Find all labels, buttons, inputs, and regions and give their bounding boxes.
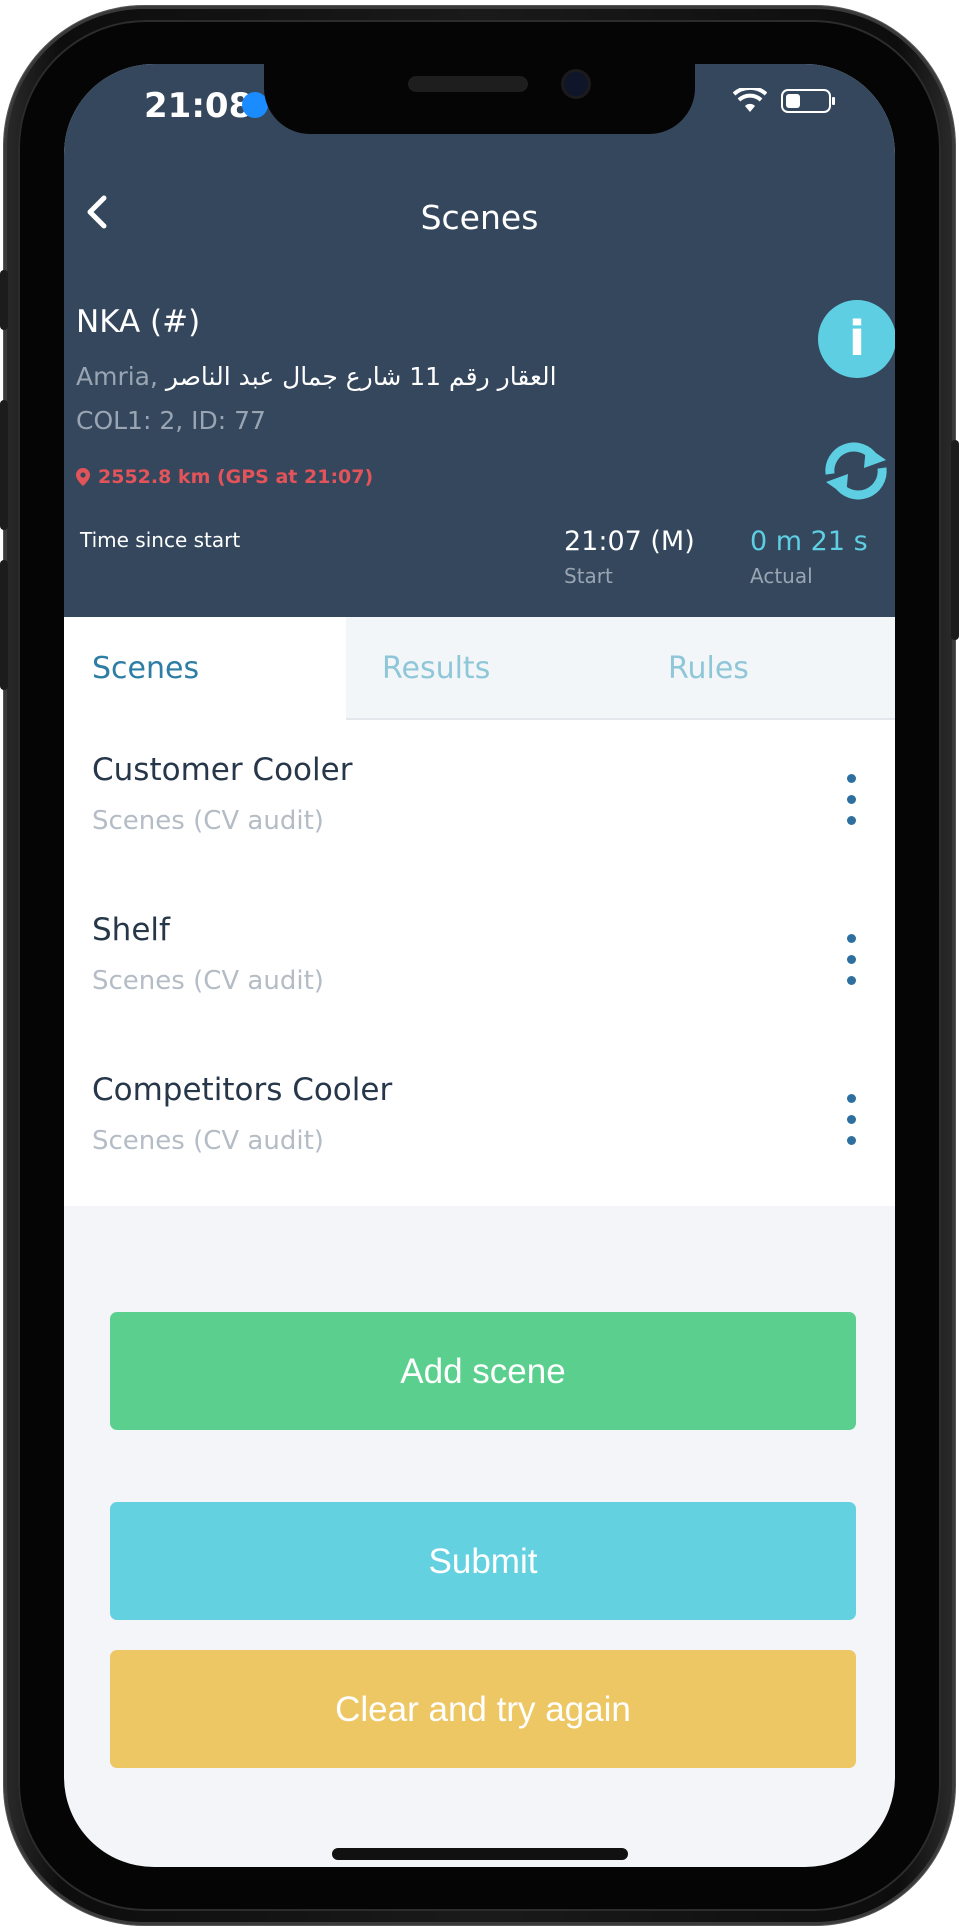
sync-icon[interactable] bbox=[816, 438, 895, 504]
status-icons bbox=[733, 88, 837, 114]
kebab-menu-icon[interactable] bbox=[844, 934, 858, 990]
visit-header: 21:08 Scenes NKA (#) Amria, العقار رقم 1… bbox=[64, 64, 895, 617]
front-camera bbox=[564, 72, 588, 96]
home-indicator[interactable] bbox=[332, 1848, 628, 1860]
address-latin: Amria, bbox=[76, 362, 166, 391]
status-time: 21:08 bbox=[144, 86, 253, 126]
tab-bar: Scenes Results Rules bbox=[64, 617, 895, 720]
list-item[interactable]: Customer Cooler Scenes (CV audit) bbox=[64, 720, 895, 880]
tab-scenes[interactable]: Scenes bbox=[64, 617, 346, 720]
speaker-grille bbox=[408, 76, 528, 92]
scene-title: Shelf bbox=[92, 912, 170, 948]
start-time-value: 21:07 (M) bbox=[564, 526, 695, 557]
kebab-menu-icon[interactable] bbox=[844, 1094, 858, 1150]
battery-icon bbox=[781, 88, 837, 114]
scene-list: Customer Cooler Scenes (CV audit) Shelf … bbox=[64, 720, 895, 1206]
app-screen: 21:08 Scenes NKA (#) Amria, العقار رقم 1… bbox=[64, 64, 895, 1867]
tab-results[interactable]: Results bbox=[346, 617, 626, 720]
actual-duration-label: Actual bbox=[750, 564, 813, 588]
list-item[interactable]: Competitors Cooler Scenes (CV audit) bbox=[64, 1040, 895, 1200]
gps-distance: 2552.8 km (GPS at 21:07) bbox=[76, 466, 373, 488]
clear-and-retry-button[interactable]: Clear and try again bbox=[110, 1650, 856, 1768]
info-glyph: i bbox=[848, 311, 866, 367]
mute-switch bbox=[0, 270, 8, 330]
volume-down-button bbox=[0, 560, 8, 690]
wifi-icon bbox=[733, 88, 767, 114]
store-address: Amria, العقار رقم 11 شارع جمال عبد الناص… bbox=[76, 362, 557, 391]
gps-text: 2552.8 km (GPS at 21:07) bbox=[98, 466, 374, 488]
scene-subtitle: Scenes (CV audit) bbox=[92, 966, 324, 996]
start-time-label: Start bbox=[564, 564, 613, 588]
tab-rules[interactable]: Rules bbox=[626, 617, 895, 720]
list-item[interactable]: Shelf Scenes (CV audit) bbox=[64, 880, 895, 1040]
add-scene-button[interactable]: Add scene bbox=[110, 1312, 856, 1430]
info-icon[interactable]: i bbox=[818, 300, 895, 378]
volume-up-button bbox=[0, 400, 8, 530]
map-pin-icon bbox=[76, 468, 90, 486]
scene-subtitle: Scenes (CV audit) bbox=[92, 1126, 324, 1156]
notch bbox=[264, 64, 695, 134]
kebab-menu-icon[interactable] bbox=[844, 774, 858, 830]
submit-button[interactable]: Submit bbox=[110, 1502, 856, 1620]
scene-subtitle: Scenes (CV audit) bbox=[92, 806, 324, 836]
page-title: Scenes bbox=[420, 198, 539, 237]
address-arabic: العقار رقم 11 شارع جمال عبد الناصر bbox=[165, 362, 557, 391]
time-since-start-label: Time since start bbox=[80, 528, 241, 552]
store-name: NKA (#) bbox=[76, 304, 201, 340]
store-ids: COL1: 2, ID: 77 bbox=[76, 406, 266, 435]
scene-title: Customer Cooler bbox=[92, 752, 353, 788]
power-button bbox=[951, 440, 959, 640]
scene-title: Competitors Cooler bbox=[92, 1072, 393, 1108]
actual-duration-value: 0 m 21 s bbox=[750, 526, 868, 557]
